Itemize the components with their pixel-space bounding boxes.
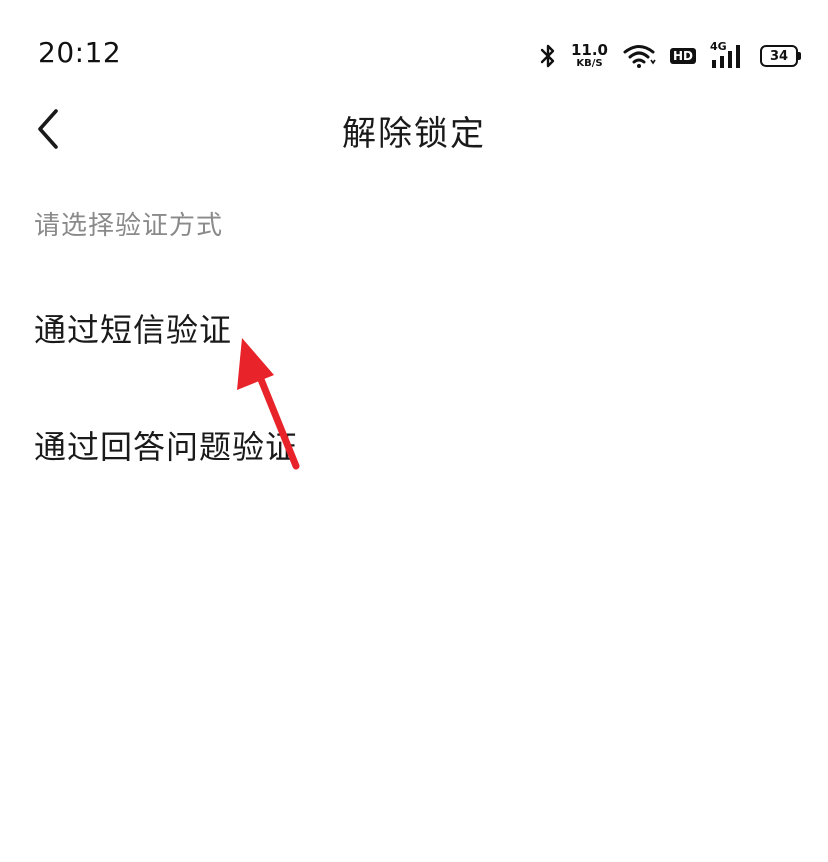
option-sms-verification[interactable]: 通过短信验证 xyxy=(34,305,252,351)
status-icons: 11.0 KB/S HD 4G 34 xyxy=(539,38,801,74)
verification-method-hint: 请选择验证方式 xyxy=(34,211,224,241)
status-bar: 20:12 11.0 KB/S HD 4G 34 xyxy=(0,0,828,110)
net-speed-unit: KB/S xyxy=(576,58,603,69)
wifi-icon xyxy=(622,43,656,69)
net-speed: 11.0 KB/S xyxy=(571,43,608,69)
bluetooth-icon xyxy=(539,43,557,69)
hd-icon: HD xyxy=(669,48,696,64)
net-speed-value: 11.0 xyxy=(570,41,608,59)
app-bar: 解除锁定 xyxy=(0,96,828,166)
signal-icon: 4G xyxy=(710,40,746,70)
page-title: 解除锁定 xyxy=(342,114,486,154)
option-question-verification[interactable]: 通过回答问题验证 xyxy=(34,422,318,468)
battery-level: 34 xyxy=(769,48,789,64)
battery-icon: 34 xyxy=(760,45,801,67)
status-time: 20:12 xyxy=(38,36,122,69)
network-type-label: 4G xyxy=(710,40,727,53)
